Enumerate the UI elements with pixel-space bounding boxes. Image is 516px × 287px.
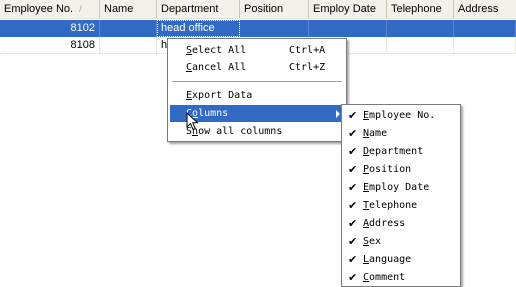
column-header-label: Address bbox=[458, 3, 499, 15]
checkmark-icon: ✔ bbox=[348, 271, 358, 284]
submenu-item-employ-date[interactable]: ✔ Employ Date bbox=[344, 179, 458, 196]
submenu-arrow-icon bbox=[336, 110, 340, 118]
mouse-pointer-icon bbox=[186, 112, 199, 131]
column-header-label: Employ Date bbox=[313, 3, 376, 15]
submenu-item-address[interactable]: ✔ Address bbox=[344, 215, 458, 232]
submenu-item-telephone[interactable]: ✔ Telephone bbox=[344, 197, 458, 214]
checkmark-icon: ✔ bbox=[348, 235, 358, 248]
address-cell[interactable] bbox=[454, 37, 516, 54]
menu-separator bbox=[172, 81, 342, 83]
department-cell[interactable]: head office bbox=[157, 20, 240, 37]
employee-no-cell[interactable]: 8108 bbox=[0, 37, 100, 54]
shortcut-label: Ctrl+A bbox=[289, 45, 326, 56]
checkmark-icon: ✔ bbox=[348, 163, 358, 176]
checkmark-icon: ✔ bbox=[348, 145, 358, 158]
column-header-label: Position bbox=[244, 3, 284, 15]
menu-item-export-data[interactable]: Export Data bbox=[170, 87, 344, 104]
telephone-cell[interactable] bbox=[387, 20, 454, 37]
menu-item-cancel-all[interactable]: Cancel All Ctrl+Z bbox=[170, 59, 344, 76]
address-cell[interactable] bbox=[454, 20, 516, 37]
column-header-label: Department bbox=[161, 3, 219, 15]
menu-item-select-all[interactable]: Select All Ctrl+A bbox=[170, 42, 344, 59]
submenu-item-department[interactable]: ✔ Department bbox=[344, 143, 458, 160]
checkmark-icon: ✔ bbox=[348, 109, 358, 122]
submenu-item-name[interactable]: ✔ Name bbox=[344, 125, 458, 142]
column-header-address[interactable]: Address bbox=[454, 0, 516, 19]
sort-indicator-icon: / bbox=[79, 4, 82, 14]
column-header-label: Employee No. bbox=[4, 3, 74, 15]
checkmark-icon: ✔ bbox=[348, 217, 358, 230]
checkmark-icon: ✔ bbox=[348, 181, 358, 194]
column-header-name[interactable]: Name bbox=[100, 0, 157, 19]
position-cell[interactable] bbox=[240, 20, 309, 37]
columns-submenu: ✔ Employee No. ✔ Name ✔ Department ✔ Pos… bbox=[341, 104, 461, 287]
employee-no-cell[interactable]: 8102 bbox=[0, 20, 100, 37]
checkmark-icon: ✔ bbox=[348, 199, 358, 212]
name-cell[interactable] bbox=[100, 37, 157, 54]
name-cell[interactable] bbox=[100, 20, 157, 37]
shortcut-label: Ctrl+Z bbox=[289, 62, 326, 73]
column-header-telephone[interactable]: Telephone bbox=[387, 0, 454, 19]
grid-header: Employee No. / Name Department Position E… bbox=[0, 0, 516, 19]
column-header-position[interactable]: Position bbox=[240, 0, 309, 19]
column-header-department[interactable]: Department bbox=[157, 0, 240, 19]
submenu-item-position[interactable]: ✔ Position bbox=[344, 161, 458, 178]
submenu-item-sex[interactable]: ✔ Sex bbox=[344, 233, 458, 250]
column-header-employee-no[interactable]: Employee No. / bbox=[0, 0, 100, 19]
column-header-label: Telephone bbox=[391, 3, 442, 15]
submenu-item-employee-no[interactable]: ✔ Employee No. bbox=[344, 107, 458, 124]
column-header-employ-date[interactable]: Employ Date bbox=[309, 0, 387, 19]
submenu-item-comment[interactable]: ✔ Comment bbox=[344, 269, 458, 286]
column-header-label: Name bbox=[104, 3, 134, 15]
checkmark-icon: ✔ bbox=[348, 253, 358, 266]
telephone-cell[interactable] bbox=[387, 37, 454, 54]
table-row[interactable]: 8102 head office bbox=[0, 20, 516, 37]
submenu-item-language[interactable]: ✔ Language bbox=[344, 251, 458, 268]
employ-date-cell[interactable] bbox=[309, 20, 387, 37]
checkmark-icon: ✔ bbox=[348, 127, 358, 140]
